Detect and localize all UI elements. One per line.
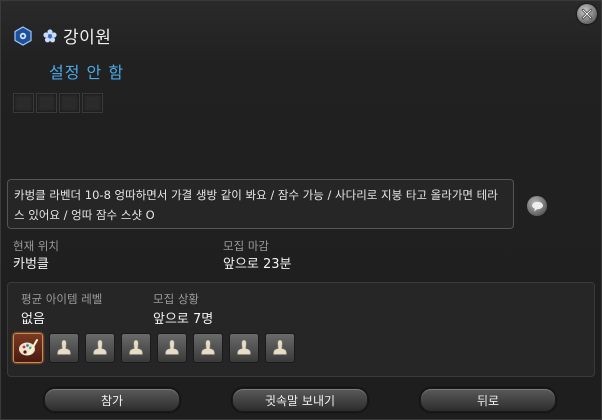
- status-text: 설정 안 함: [49, 63, 125, 82]
- party-slot-open[interactable]: [121, 333, 151, 363]
- open-slot-icon: [93, 339, 107, 355]
- close-button[interactable]: [577, 4, 597, 24]
- open-slot-icon: [201, 339, 215, 355]
- speech-bubble-icon: [531, 201, 543, 211]
- hexagon-job-icon: [14, 25, 32, 46]
- party-detail-window: 강이원 설정 안 함 카벙클 라벤더 10-8 엉따하면서 가결 생방 같이 봐…: [0, 0, 602, 420]
- party-slot-open[interactable]: [229, 333, 259, 363]
- party-slot-filled[interactable]: [13, 333, 43, 363]
- back-button[interactable]: 뒤로: [420, 388, 556, 412]
- player-header: 강이원: [13, 23, 111, 48]
- empty-slot: [59, 93, 80, 113]
- empty-slot-row: [13, 93, 103, 113]
- deadline-label: 모집 마감: [223, 239, 269, 253]
- party-slot-open[interactable]: [265, 333, 295, 363]
- deadline-value: 앞으로 23분: [223, 257, 292, 272]
- close-icon: [581, 8, 593, 20]
- empty-slot: [36, 93, 57, 113]
- location-value: 카벙클: [13, 257, 49, 272]
- empty-slot: [13, 93, 34, 113]
- empty-slot: [82, 93, 103, 113]
- avg-item-level-label: 평균 아이템 레벨: [21, 292, 103, 306]
- whisper-button[interactable]: 귓속말 보내기: [232, 388, 368, 412]
- location-label: 현재 위치: [13, 239, 59, 253]
- open-slot-icon: [273, 339, 287, 355]
- open-slot-icon: [237, 339, 251, 355]
- party-slot-open[interactable]: [85, 333, 115, 363]
- open-slot-icon: [129, 339, 143, 355]
- avg-item-level-value: 없음: [21, 312, 45, 327]
- player-name: 강이원: [63, 28, 112, 48]
- open-slot-icon: [165, 339, 179, 355]
- party-slot-open[interactable]: [193, 333, 223, 363]
- comment-box: 카벙클 라벤더 10-8 엉따하면서 가결 생방 같이 봐요 / 잠수 가능 /…: [7, 179, 514, 229]
- party-slot-open[interactable]: [49, 333, 79, 363]
- palette-job-icon: [19, 339, 38, 356]
- party-slot-open[interactable]: [157, 333, 187, 363]
- party-slot-row: [13, 333, 295, 363]
- chat-button[interactable]: [527, 196, 547, 216]
- recruit-status-value: 앞으로 7명: [153, 312, 214, 327]
- open-slot-icon: [57, 339, 71, 355]
- recruit-status-label: 모집 상황: [153, 292, 199, 306]
- join-button[interactable]: 참가: [44, 388, 180, 412]
- flower-icon: [43, 28, 57, 42]
